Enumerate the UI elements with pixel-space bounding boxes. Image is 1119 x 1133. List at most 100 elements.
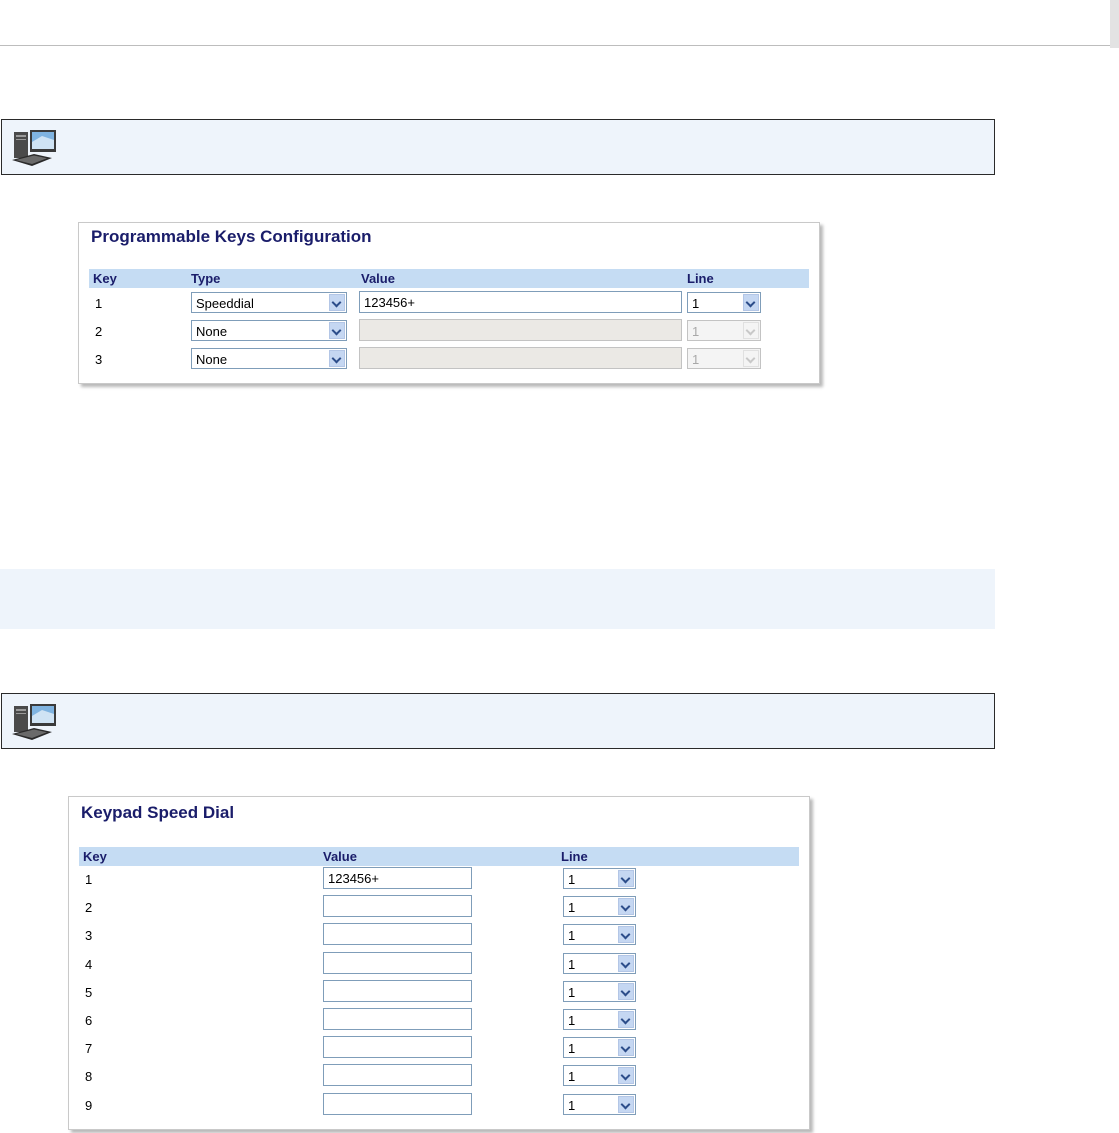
- speed-dial-value-input[interactable]: [323, 1064, 472, 1087]
- line-select: 1: [687, 348, 761, 369]
- line-value: 1: [568, 1097, 576, 1113]
- speed-dial-value-input[interactable]: [323, 1092, 472, 1115]
- chevron-down-icon[interactable]: [618, 870, 634, 887]
- key-number: 6: [85, 1013, 93, 1028]
- column-header-key: Key: [83, 849, 107, 864]
- key-number: 1: [95, 296, 103, 311]
- key-type-value: Speeddial: [196, 296, 254, 311]
- chevron-down-icon[interactable]: [618, 1095, 634, 1113]
- key-type-select[interactable]: Speeddial: [191, 292, 347, 313]
- line-select[interactable]: 1: [563, 1037, 636, 1059]
- line-value: 1: [692, 296, 700, 311]
- chevron-down-icon: [743, 350, 759, 367]
- chevron-down-icon[interactable]: [618, 1011, 634, 1028]
- key-number: 5: [85, 984, 93, 1000]
- chevron-down-icon[interactable]: [618, 1067, 634, 1085]
- computer-monitor-icon: [12, 130, 56, 166]
- key-number: 4: [85, 956, 93, 972]
- note-bar: [0, 569, 995, 629]
- column-header-value: Value: [323, 849, 357, 864]
- column-header-type: Type: [191, 271, 221, 286]
- chevron-down-icon[interactable]: [329, 294, 345, 311]
- chevron-down-icon[interactable]: [329, 350, 345, 367]
- key-value-input: [359, 319, 682, 341]
- key-type-select[interactable]: None: [191, 320, 347, 341]
- key-value-input[interactable]: [359, 291, 682, 313]
- speed-dial-value-input[interactable]: [323, 951, 472, 974]
- speed-dial-row-6: 61: [79, 1008, 799, 1034]
- chevron-down-icon[interactable]: [743, 294, 759, 311]
- page-header-rule: [0, 45, 1119, 46]
- computer-monitor-icon: [12, 704, 56, 740]
- speed-dial-row-5: 51: [79, 979, 799, 1006]
- key-number: 3: [85, 928, 93, 944]
- key-number: 2: [85, 900, 93, 916]
- line-select[interactable]: 1: [563, 1009, 636, 1030]
- keypad-speed-dial-panel: Keypad Speed Dial Key Value Line 1121314…: [68, 796, 810, 1130]
- speed-dial-value-input[interactable]: [323, 1008, 472, 1030]
- speed-dial-row-4: 41: [79, 951, 799, 978]
- line-select[interactable]: 1: [563, 868, 636, 889]
- speed-dial-row-1: 11: [79, 867, 799, 893]
- line-value: 1: [568, 1041, 576, 1057]
- speed-dial-value-input[interactable]: [323, 979, 472, 1002]
- chevron-down-icon[interactable]: [618, 926, 634, 944]
- line-value: 1: [568, 1069, 576, 1085]
- speed-dial-value-input[interactable]: [323, 895, 472, 918]
- programmable-keys-table-header: Key Type Value Line: [89, 269, 809, 288]
- page-edge-tab: [1110, 0, 1119, 48]
- chevron-down-icon[interactable]: [618, 982, 634, 1000]
- chevron-down-icon[interactable]: [618, 954, 634, 972]
- keypad-speed-dial-table-header: Key Value Line: [79, 847, 799, 866]
- speed-dial-row-8: 81: [79, 1064, 799, 1090]
- line-value: 1: [568, 900, 576, 916]
- programmable-key-row-2: 2 None 1: [89, 319, 809, 345]
- line-value: 1: [692, 352, 700, 367]
- chevron-down-icon[interactable]: [618, 1039, 634, 1057]
- key-number: 9: [85, 1097, 93, 1113]
- keypad-speed-dial-title: Keypad Speed Dial: [81, 803, 235, 822]
- speed-dial-row-2: 21: [79, 895, 799, 921]
- speed-dial-value-input[interactable]: [323, 923, 472, 946]
- programmable-key-row-3: 3 None 1: [89, 347, 809, 373]
- key-number: 1: [85, 872, 93, 887]
- key-number: 2: [95, 324, 103, 339]
- programmable-key-row-1: 1 Speeddial 1: [89, 291, 809, 317]
- column-header-value: Value: [361, 271, 395, 286]
- web-ui-icon-bar: [1, 693, 995, 749]
- key-number: 3: [95, 352, 103, 367]
- line-select[interactable]: 1: [563, 1093, 636, 1115]
- line-value: 1: [568, 928, 576, 944]
- key-number: 8: [85, 1069, 93, 1085]
- speed-dial-row-9: 91: [79, 1092, 799, 1119]
- key-value-input: [359, 347, 682, 369]
- key-type-select[interactable]: None: [191, 348, 347, 369]
- speed-dial-value-input[interactable]: [323, 867, 472, 889]
- line-select[interactable]: 1: [563, 980, 636, 1002]
- key-type-value: None: [196, 324, 228, 339]
- line-value: 1: [568, 956, 576, 972]
- chevron-down-icon[interactable]: [329, 322, 345, 339]
- line-value: 1: [568, 984, 576, 1000]
- line-select[interactable]: 1: [563, 952, 636, 974]
- line-select[interactable]: 1: [687, 292, 761, 313]
- web-ui-icon-bar: [1, 119, 995, 175]
- speed-dial-value-input[interactable]: [323, 1036, 472, 1059]
- programmable-keys-panel: Programmable Keys Configuration Key Type…: [78, 222, 820, 384]
- programmable-keys-title: Programmable Keys Configuration: [91, 227, 372, 246]
- key-number: 7: [85, 1041, 93, 1057]
- line-value: 1: [568, 1013, 576, 1028]
- line-value: 1: [568, 872, 576, 887]
- speed-dial-row-3: 31: [79, 923, 799, 949]
- column-header-line: Line: [561, 849, 588, 864]
- column-header-line: Line: [687, 271, 714, 286]
- line-value: 1: [692, 324, 700, 339]
- chevron-down-icon: [743, 322, 759, 339]
- speed-dial-row-7: 71: [79, 1036, 799, 1062]
- column-header-key: Key: [93, 271, 117, 286]
- line-select: 1: [687, 320, 761, 341]
- line-select[interactable]: 1: [563, 896, 636, 918]
- line-select[interactable]: 1: [563, 924, 636, 946]
- line-select[interactable]: 1: [563, 1065, 636, 1087]
- chevron-down-icon[interactable]: [618, 898, 634, 916]
